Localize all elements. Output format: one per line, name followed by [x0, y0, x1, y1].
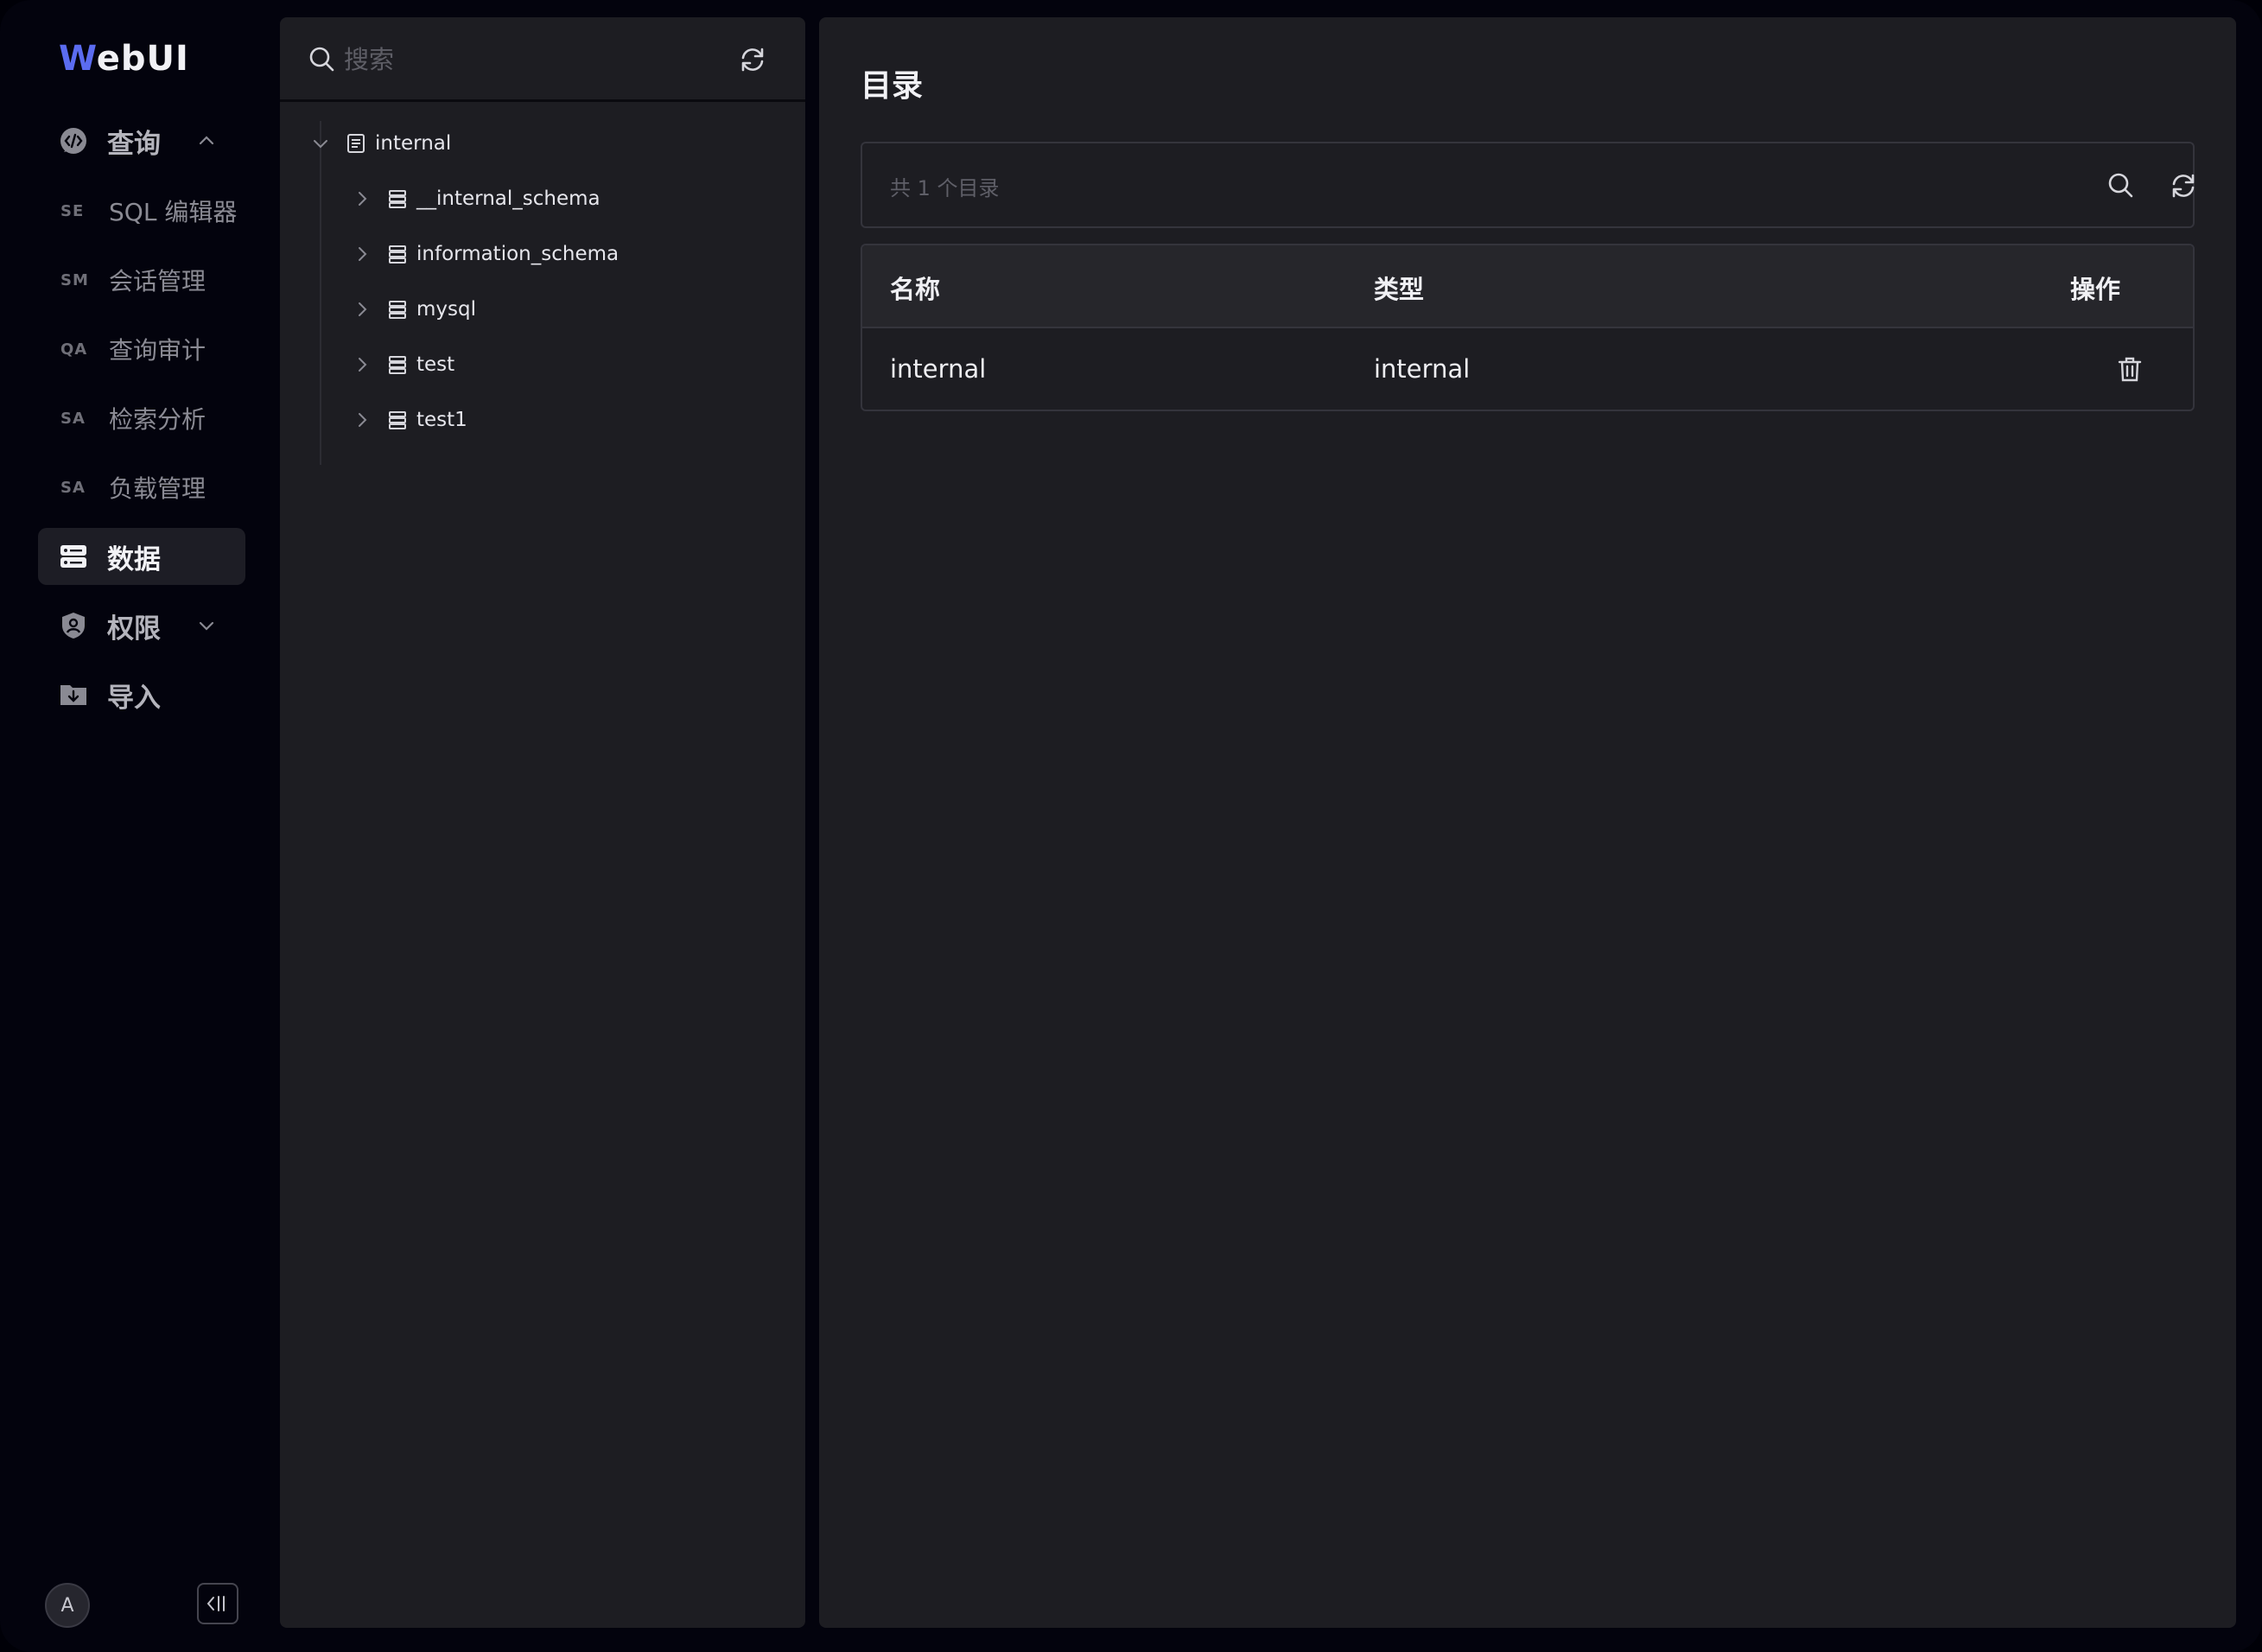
tree-node-label: __internal_schema — [416, 187, 600, 210]
page-title: 目录 — [861, 68, 924, 104]
tree-node-database[interactable]: __internal_schema — [351, 177, 600, 220]
database-icon — [387, 410, 408, 430]
nav-item-permission-label: 权限 — [107, 613, 161, 645]
nav-item-import[interactable]: 导入 — [38, 666, 245, 723]
collapse-sidebar-icon — [206, 1592, 230, 1616]
tree-node-database[interactable]: test — [351, 343, 454, 386]
shield-user-icon — [59, 611, 88, 640]
logo-text: ebUI — [96, 39, 189, 79]
database-icon — [387, 244, 408, 264]
nav-item-label: 查询审计 — [109, 336, 207, 365]
nav-item-label: SQL 编辑器 — [109, 198, 238, 226]
database-icon — [387, 354, 408, 375]
nav-item-abbr: SM — [60, 270, 89, 289]
tree-guide-line — [320, 121, 321, 465]
column-header-name: 名称 — [890, 275, 941, 304]
chevron-right-icon[interactable] — [351, 353, 373, 376]
collapse-sidebar-button[interactable] — [197, 1583, 238, 1624]
tree-node-label: test1 — [416, 409, 467, 431]
chevron-right-icon[interactable] — [351, 409, 373, 431]
tree-node-database[interactable]: test1 — [351, 398, 467, 442]
nav-item-query[interactable]: 查询 — [38, 112, 245, 169]
avatar[interactable]: A — [45, 1583, 90, 1628]
table-row: internal internal — [862, 328, 2193, 410]
app-window: WebUI 查询 SE SQL 编辑器 SM 会话管理 QA 查询审计 SA 检… — [0, 0, 2262, 1652]
nav-item-abbr: SA — [60, 409, 86, 428]
column-header-type: 类型 — [1374, 275, 1425, 304]
chevron-down-icon[interactable] — [195, 614, 218, 637]
catalog-tree-panel: internal __internal_schema information_s… — [280, 17, 805, 1628]
logo-initial: W — [59, 39, 97, 79]
column-header-actions: 操作 — [2070, 275, 2121, 304]
catalog-icon — [346, 133, 366, 154]
refresh-icon[interactable] — [738, 45, 767, 74]
nav-item-data[interactable]: 数据 — [38, 528, 245, 585]
table-header: 名称 类型 操作 — [862, 245, 2193, 328]
search-icon — [308, 45, 337, 74]
tree-node-label: test — [416, 353, 455, 376]
chevron-down-icon[interactable] — [309, 132, 332, 155]
search-icon[interactable] — [2106, 171, 2136, 200]
nav-item-workload-management[interactable]: SA 负载管理 — [38, 459, 245, 516]
nav-item-import-label: 导入 — [107, 682, 161, 714]
tree-search-input[interactable] — [342, 40, 705, 79]
nav-item-sql-editor[interactable]: SE SQL 编辑器 — [38, 182, 245, 239]
nav-item-label: 检索分析 — [109, 405, 207, 434]
tree-node-database[interactable]: mysql — [351, 288, 476, 331]
nav-item-query-audit[interactable]: QA 查询审计 — [38, 321, 245, 378]
tree-node-label: information_schema — [416, 243, 620, 265]
folder-download-icon — [59, 680, 88, 709]
code-bubble-icon — [59, 126, 88, 156]
table-toolbar: 共 1 个目录 — [861, 142, 2195, 228]
nav-item-label: 负载管理 — [109, 474, 207, 503]
tree-node-root[interactable]: internal — [309, 122, 451, 165]
chevron-up-icon[interactable] — [195, 130, 218, 152]
nav-item-permission[interactable]: 权限 — [38, 597, 245, 654]
tree-node-database[interactable]: information_schema — [351, 232, 619, 276]
avatar-initial: A — [60, 1594, 74, 1617]
nav-item-label: 会话管理 — [109, 267, 207, 295]
database-icon — [387, 188, 408, 209]
catalog-table: 名称 类型 操作 internal internal — [861, 244, 2195, 411]
chevron-right-icon[interactable] — [351, 243, 373, 265]
nav-item-query-label: 查询 — [107, 128, 161, 160]
nav-item-abbr: QA — [60, 340, 88, 359]
chevron-right-icon[interactable] — [351, 298, 373, 321]
tree-node-label: mysql — [416, 298, 476, 321]
logo: WebUI — [59, 38, 189, 79]
cell-name: internal — [890, 354, 987, 384]
nav-item-data-label: 数据 — [107, 543, 161, 575]
cell-type: internal — [1374, 354, 1471, 384]
trash-icon[interactable] — [2115, 354, 2144, 384]
refresh-icon[interactable] — [2169, 171, 2198, 200]
nav-item-search-analysis[interactable]: SA 检索分析 — [38, 390, 245, 447]
server-icon — [59, 542, 88, 571]
main-content-panel: 目录 共 1 个目录 名称 类型 操作 internal internal — [819, 17, 2236, 1628]
nav-item-abbr: SE — [60, 201, 85, 220]
nav-item-session-management[interactable]: SM 会话管理 — [38, 251, 245, 308]
tree-node-label: internal — [375, 132, 452, 155]
tree-search-bar — [280, 17, 805, 102]
sidebar-nav: WebUI 查询 SE SQL 编辑器 SM 会话管理 QA 查询审计 SA 检… — [0, 0, 278, 1652]
record-count: 共 1 个目录 — [890, 176, 1000, 200]
database-icon — [387, 299, 408, 320]
nav-item-abbr: SA — [60, 478, 86, 497]
chevron-right-icon[interactable] — [351, 187, 373, 210]
